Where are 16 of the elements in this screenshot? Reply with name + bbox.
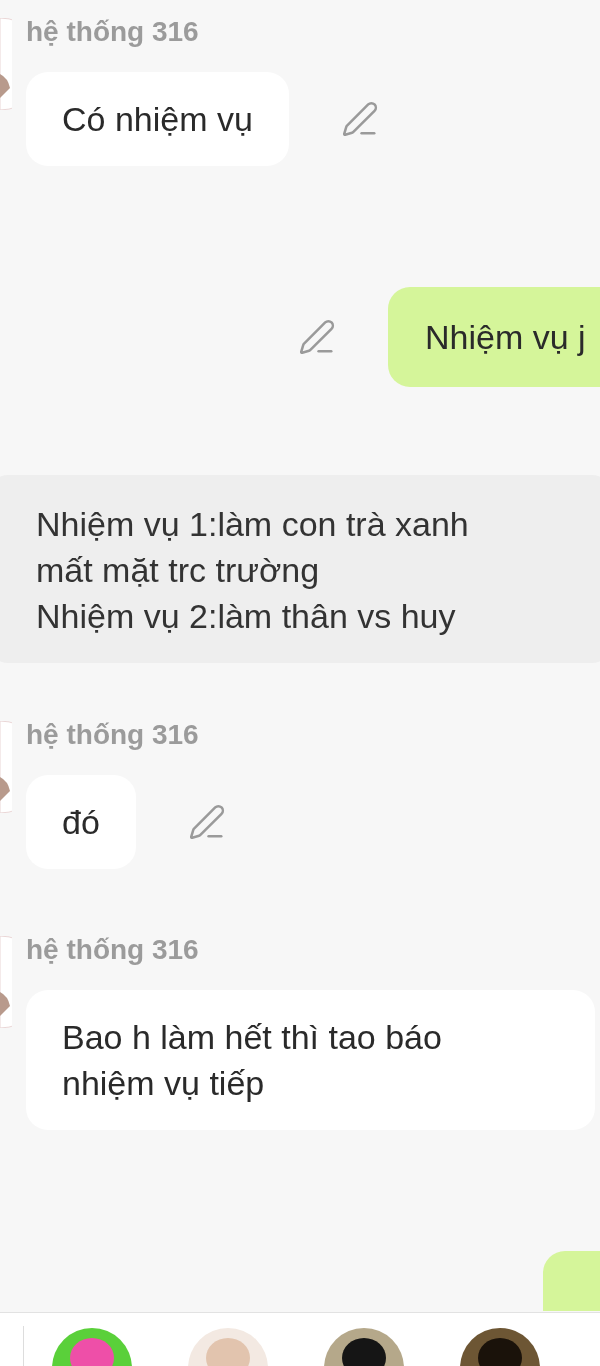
edit-icon[interactable] xyxy=(298,318,336,356)
message-bubble: đó xyxy=(26,775,136,869)
sender-avatar[interactable] xyxy=(0,18,12,110)
message-bubble: Có nhiệm vụ xyxy=(26,72,289,166)
sender-name: hệ thống 316 xyxy=(26,718,200,752)
narration-text: Nhiệm vụ 1:làm con trà xanh mất mặt trc trường xyxy=(36,504,470,591)
sender-avatar[interactable] xyxy=(0,721,12,813)
message-bubble: Bao h làm hết thì tao báo nhiệm vụ tiếp xyxy=(26,990,595,1130)
sender-avatar[interactable] xyxy=(0,936,12,1028)
sender-name: hệ thống 316 xyxy=(26,15,200,49)
narration-text: Nhiệm vụ 2:làm thân vs huy xyxy=(36,596,457,637)
message-bubble xyxy=(543,1251,600,1311)
edit-icon[interactable] xyxy=(340,100,379,138)
sender-name: hệ thống 316 xyxy=(26,933,200,967)
message-bubble: Nhiệm vụ j xyxy=(388,287,600,387)
edit-icon[interactable] xyxy=(187,803,226,841)
